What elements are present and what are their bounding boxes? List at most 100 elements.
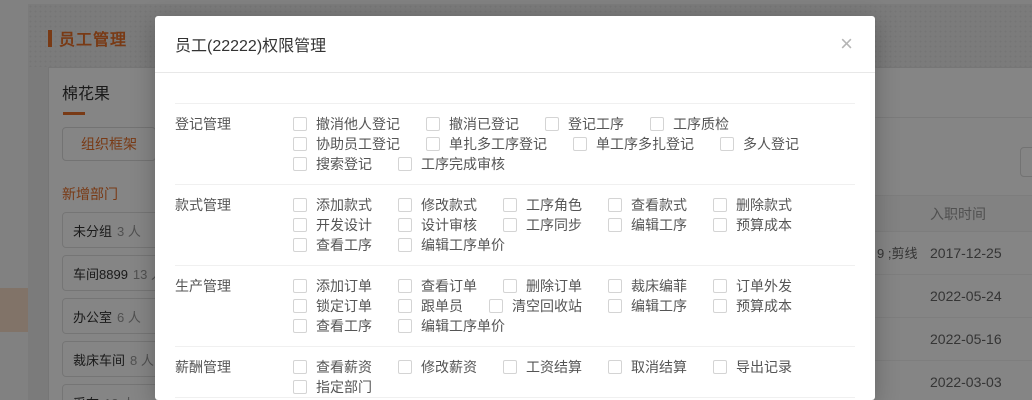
checkbox-unchecked[interactable] [398, 279, 412, 293]
permission-item[interactable]: 查看薪资 [293, 357, 372, 377]
permission-item[interactable]: 工资结算 [503, 357, 582, 377]
checkbox-unchecked[interactable] [398, 360, 412, 374]
permission-item[interactable]: 编辑工序单价 [398, 235, 505, 255]
permission-item[interactable]: 开发设计 [293, 215, 372, 235]
checkbox-unchecked[interactable] [608, 360, 622, 374]
checkbox-unchecked[interactable] [293, 117, 307, 131]
permission-item[interactable]: 修改薪资 [398, 357, 477, 377]
permission-item[interactable]: 查看款式 [608, 195, 687, 215]
checkbox-unchecked[interactable] [503, 360, 517, 374]
permission-item[interactable]: 导出记录 [713, 357, 792, 377]
checkbox-unchecked[interactable] [545, 117, 559, 131]
permission-item[interactable]: 添加款式 [293, 195, 372, 215]
checkbox-unchecked[interactable] [293, 157, 307, 171]
checkbox-unchecked[interactable] [293, 279, 307, 293]
modal-title: 员工(22222)权限管理 [175, 38, 327, 55]
permission-item[interactable]: 删除订单 [503, 276, 582, 296]
checkbox-unchecked[interactable] [293, 380, 307, 394]
checkbox-unchecked[interactable] [608, 218, 622, 232]
checkbox-unchecked[interactable] [503, 279, 517, 293]
permission-item[interactable]: 添加订单 [293, 276, 372, 296]
permission-item[interactable]: 裁床编菲 [608, 276, 687, 296]
checkbox-unchecked[interactable] [713, 279, 727, 293]
checkbox-unchecked[interactable] [713, 360, 727, 374]
checkbox-unchecked[interactable] [398, 157, 412, 171]
permission-label: 设计审核 [421, 217, 477, 233]
permission-label: 跟单员 [421, 298, 463, 314]
permission-item[interactable]: 多人登记 [720, 134, 799, 154]
permission-label: 导出记录 [736, 359, 792, 375]
permission-item[interactable]: 撤消他人登记 [293, 114, 400, 134]
modal-header: 员工(22222)权限管理 × [155, 16, 875, 73]
checkbox-unchecked[interactable] [713, 198, 727, 212]
permission-item[interactable]: 单工序多扎登记 [573, 134, 694, 154]
checkbox-unchecked[interactable] [426, 137, 440, 151]
permission-item[interactable]: 删除款式 [713, 195, 792, 215]
checkbox-unchecked[interactable] [293, 299, 307, 313]
permission-item[interactable]: 预算成本 [713, 215, 792, 235]
checkbox-unchecked[interactable] [720, 137, 734, 151]
checkbox-unchecked[interactable] [503, 198, 517, 212]
permission-item[interactable]: 查看订单 [398, 276, 477, 296]
checkbox-unchecked[interactable] [293, 360, 307, 374]
permission-item[interactable]: 取消结算 [608, 357, 687, 377]
permission-item[interactable]: 工序完成审核 [398, 154, 505, 174]
permission-label: 查看工序 [316, 237, 372, 253]
close-icon[interactable]: × [840, 33, 853, 55]
checkbox-unchecked[interactable] [713, 218, 727, 232]
permission-item[interactable]: 协助员工登记 [293, 134, 400, 154]
permission-label: 修改款式 [421, 197, 477, 213]
permission-item[interactable]: 设计审核 [398, 215, 477, 235]
checkbox-unchecked[interactable] [713, 299, 727, 313]
permission-label: 协助员工登记 [316, 136, 400, 152]
checkbox-unchecked[interactable] [398, 238, 412, 252]
checkbox-unchecked[interactable] [293, 238, 307, 252]
permission-item[interactable]: 修改款式 [398, 195, 477, 215]
permission-group-label: 生产管理 [175, 278, 231, 294]
permission-item[interactable]: 撤消已登记 [426, 114, 519, 134]
checkbox-unchecked[interactable] [293, 218, 307, 232]
permission-item[interactable]: 登记工序 [545, 114, 624, 134]
checkbox-unchecked[interactable] [398, 198, 412, 212]
permission-label: 开发设计 [316, 217, 372, 233]
checkbox-unchecked[interactable] [650, 117, 664, 131]
permission-label: 修改薪资 [421, 359, 477, 375]
permission-group-label: 薪酬管理 [175, 359, 231, 375]
checkbox-unchecked[interactable] [426, 117, 440, 131]
checkbox-unchecked[interactable] [489, 299, 503, 313]
checkbox-unchecked[interactable] [293, 137, 307, 151]
permission-item[interactable]: 订单外发 [713, 276, 792, 296]
permission-item[interactable]: 编辑工序 [608, 296, 687, 316]
permission-label: 编辑工序单价 [421, 318, 505, 334]
permission-item[interactable]: 编辑工序 [608, 215, 687, 235]
permission-item[interactable]: 工序同步 [503, 215, 582, 235]
permission-row: 添加订单 查看订单 删除订单 裁床编菲 订单外发 [293, 276, 792, 296]
checkbox-unchecked[interactable] [398, 319, 412, 333]
checkbox-unchecked[interactable] [608, 279, 622, 293]
checkbox-unchecked[interactable] [398, 299, 412, 313]
permission-item[interactable]: 预算成本 [713, 296, 792, 316]
permission-item[interactable]: 编辑工序单价 [398, 316, 505, 336]
permission-row: 查看薪资 修改薪资 工资结算 取消结算 导出记录 [293, 357, 792, 377]
permission-item[interactable]: 查看工序 [293, 235, 372, 255]
checkbox-unchecked[interactable] [608, 299, 622, 313]
checkbox-unchecked[interactable] [398, 218, 412, 232]
permission-label: 取消结算 [631, 359, 687, 375]
permission-item[interactable]: 单扎多工序登记 [426, 134, 547, 154]
checkbox-unchecked[interactable] [293, 319, 307, 333]
checkbox-unchecked[interactable] [608, 198, 622, 212]
permission-item[interactable]: 指定部门 [293, 377, 372, 397]
permission-item[interactable]: 跟单员 [398, 296, 463, 316]
permission-item[interactable]: 清空回收站 [489, 296, 582, 316]
checkbox-unchecked[interactable] [293, 198, 307, 212]
permission-label: 添加订单 [316, 278, 372, 294]
checkbox-unchecked[interactable] [503, 218, 517, 232]
permission-section: 登记管理 撤消他人登记 撤消已登记 登记工序 工序质检 协助员工登记 单扎多工序登记 单工序多… [175, 104, 855, 185]
permission-item[interactable]: 锁定订单 [293, 296, 372, 316]
permission-label: 工序质检 [673, 116, 729, 132]
checkbox-unchecked[interactable] [573, 137, 587, 151]
permission-item[interactable]: 工序角色 [503, 195, 582, 215]
permission-item[interactable]: 工序质检 [650, 114, 729, 134]
permission-item[interactable]: 搜索登记 [293, 154, 372, 174]
permission-item[interactable]: 查看工序 [293, 316, 372, 336]
